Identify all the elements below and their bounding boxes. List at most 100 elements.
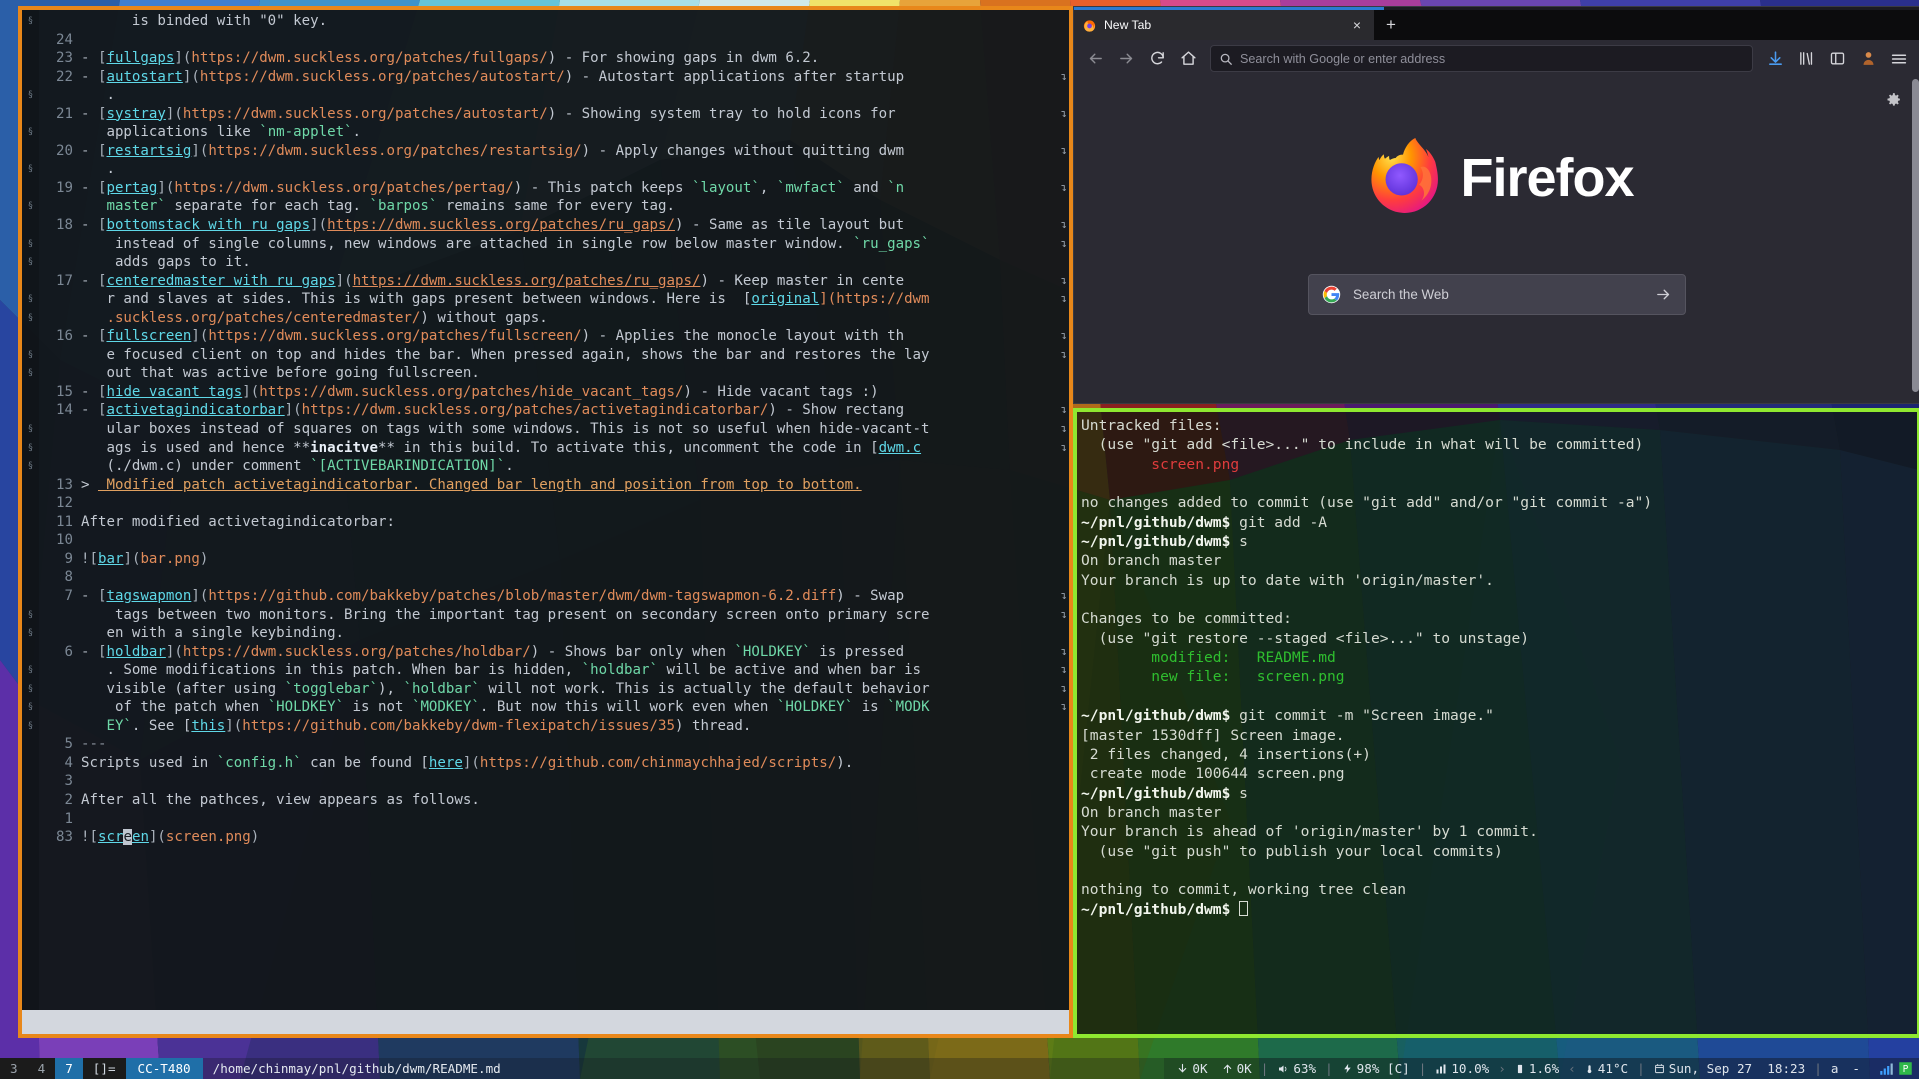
firefox-tab[interactable]: New Tab × (1074, 10, 1374, 40)
terminal-line: (use "git add <file>..." to include in w… (1081, 435, 1917, 454)
line-continuation-icon: ↴ (1060, 106, 1067, 120)
terminal-output[interactable]: Untracked files: (use "git add <file>...… (1077, 412, 1917, 919)
emacs-line: e focused client on top and hides the ba… (39, 346, 1069, 365)
emacs-token: will be active and when bar is (658, 662, 930, 679)
emacs-line: 20 - [restartsig](https://dwm.suckless.or… (39, 142, 1069, 161)
firefox-window[interactable]: New Tab × + Search with Google or enter … (1073, 6, 1919, 404)
dwm-tag-3[interactable]: 3 (0, 1058, 28, 1079)
terminal-window[interactable]: Untracked files: (use "git add <file>...… (1073, 408, 1919, 1038)
emacs-token: visible (after using (81, 680, 285, 697)
line-continuation-icon: ↴ (1060, 329, 1067, 343)
fringe-marker: § (27, 665, 34, 676)
dwm-file-path: /home/chinmay/pnl/github/dwm/README.md (202, 1058, 1165, 1079)
emacs-line: is binded with "0" key. (39, 12, 1069, 31)
package-manager-icon[interactable]: P (1898, 1061, 1913, 1076)
volume-icon (1277, 1063, 1289, 1075)
emacs-token: ]( (182, 68, 200, 85)
emacs-line: 11 After modified activetagindicatorbar: (39, 513, 1069, 532)
emacs-text-buffer[interactable]: is binded with "0" key. 24 23- [fullgaps](… (39, 10, 1069, 1010)
emacs-token: is not (344, 699, 412, 716)
emacs-token: ) - Swap (836, 587, 905, 604)
terminal-token: ~/pnl/github/dwm$ (1081, 707, 1231, 725)
search-input[interactable]: Search the Web (1308, 274, 1686, 315)
emacs-token: https://dwm.suckless.org/patches/activet… (301, 402, 769, 419)
emacs-line: 15 - [hide vacant tags](https://dwm.suckl… (39, 383, 1069, 402)
scrollbar[interactable] (1911, 77, 1919, 403)
emacs-line: 12 (39, 494, 1069, 513)
fringe-marker (22, 31, 39, 50)
emacs-token: ]( (174, 50, 192, 67)
terminal-token: ~/pnl/github/dwm$ (1081, 533, 1231, 551)
terminal-token: new file: screen.png (1081, 668, 1345, 686)
fringe-marker (22, 476, 39, 495)
fringe-marker (22, 142, 39, 161)
emacs-token: Scripts used in (81, 754, 217, 771)
terminal-token: [master 1530dff] Screen image. (1081, 726, 1345, 744)
wifi-signal-icon[interactable] (1879, 1061, 1894, 1076)
reload-icon[interactable] (1143, 45, 1171, 73)
scrollbar-thumb[interactable] (1912, 79, 1919, 392)
emacs-token: and (844, 179, 888, 196)
forward-arrow-icon[interactable] (1112, 45, 1140, 73)
emacs-token: e (123, 829, 132, 846)
fringe-marker (22, 810, 39, 829)
emacs-token: `nm-applet` (259, 124, 353, 141)
emacs-token: ). (836, 754, 854, 771)
terminal-line: no changes added to commit (use "git add… (1081, 493, 1917, 512)
emacs-token: ]( (148, 829, 166, 846)
line-continuation-icon: ↴ (1060, 607, 1067, 621)
downloads-icon[interactable] (1761, 45, 1789, 73)
emacs-token: `HOLDKEY` (776, 699, 854, 716)
account-icon[interactable] (1854, 45, 1882, 73)
emacs-buffer-area[interactable]: § § § § § § § § § § § § § § § § § § § § is binded with "0" … (22, 10, 1069, 1010)
fringe-marker: § (27, 294, 34, 305)
close-icon[interactable]: × (1348, 16, 1366, 34)
emacs-line-number: 15 (56, 383, 73, 400)
emacs-token: . (81, 161, 115, 178)
emacs-window[interactable]: § § § § § § § § § § § § § § § § § § § § is binded with "0" … (18, 6, 1073, 1038)
emacs-token: ]( (284, 402, 302, 419)
memory-icon (1515, 1063, 1525, 1075)
line-continuation-icon: ↴ (1060, 440, 1067, 454)
emacs-token: ]( (310, 217, 328, 234)
menu-icon[interactable] (1885, 45, 1913, 73)
dwm-tag-7[interactable]: 7 (55, 1058, 83, 1079)
fringe-marker: § (27, 424, 34, 435)
emacs-token: ) - Keep master in cente (700, 272, 905, 289)
url-input-placeholder[interactable]: Search with Google or enter address (1240, 52, 1445, 66)
emacs-token: ]( (157, 179, 175, 196)
home-icon[interactable] (1174, 45, 1202, 73)
terminal-token: Your branch is up to date with 'origin/m… (1081, 571, 1494, 589)
dwm-layout-indicator[interactable]: []= (82, 1058, 126, 1079)
terminal-line: ~/pnl/github/dwm$ s (1081, 532, 1917, 551)
emacs-line-number: 22 (56, 68, 73, 85)
emacs-token: (./dwm.c) under comment (81, 458, 311, 475)
terminal-line: (use "git push" to publish your local co… (1081, 842, 1917, 861)
search-submit-arrow-icon[interactable] (1655, 286, 1672, 303)
emacs-line-number: 13 (56, 476, 73, 493)
sidebar-icon[interactable] (1823, 45, 1851, 73)
dwm-tag-4[interactable]: 4 (27, 1058, 56, 1079)
back-arrow-icon[interactable] (1081, 45, 1109, 73)
terminal-token: Changes to be committed: (1081, 610, 1292, 628)
line-continuation-icon: ↴ (1060, 644, 1067, 658)
firefox-url-bar[interactable]: Search with Google or enter address (1210, 45, 1753, 72)
library-icon[interactable] (1792, 45, 1820, 73)
new-tab-button[interactable]: + (1374, 10, 1408, 40)
emacs-token: ]( (191, 142, 209, 159)
emacs-token: `holdbar` (403, 680, 480, 697)
emacs-line: r and slaves at sides. This is with gaps… (39, 290, 1069, 309)
gear-icon[interactable] (1885, 91, 1902, 113)
emacs-line: adds gaps to it. (39, 253, 1069, 272)
fringe-marker: § (27, 628, 34, 639)
emacs-token: EY` (81, 717, 132, 734)
terminal-cursor (1239, 900, 1249, 916)
emacs-token: separate for each tag. (165, 198, 370, 215)
search-input-placeholder[interactable]: Search the Web (1353, 287, 1643, 302)
emacs-line-number: 21 (56, 105, 73, 122)
emacs-token: ) - Same as tile layout but (675, 217, 905, 234)
emacs-token: ]( (191, 587, 209, 604)
emacs-token: `HOLDKEY` (734, 643, 811, 660)
fringe-marker: § (27, 127, 34, 138)
